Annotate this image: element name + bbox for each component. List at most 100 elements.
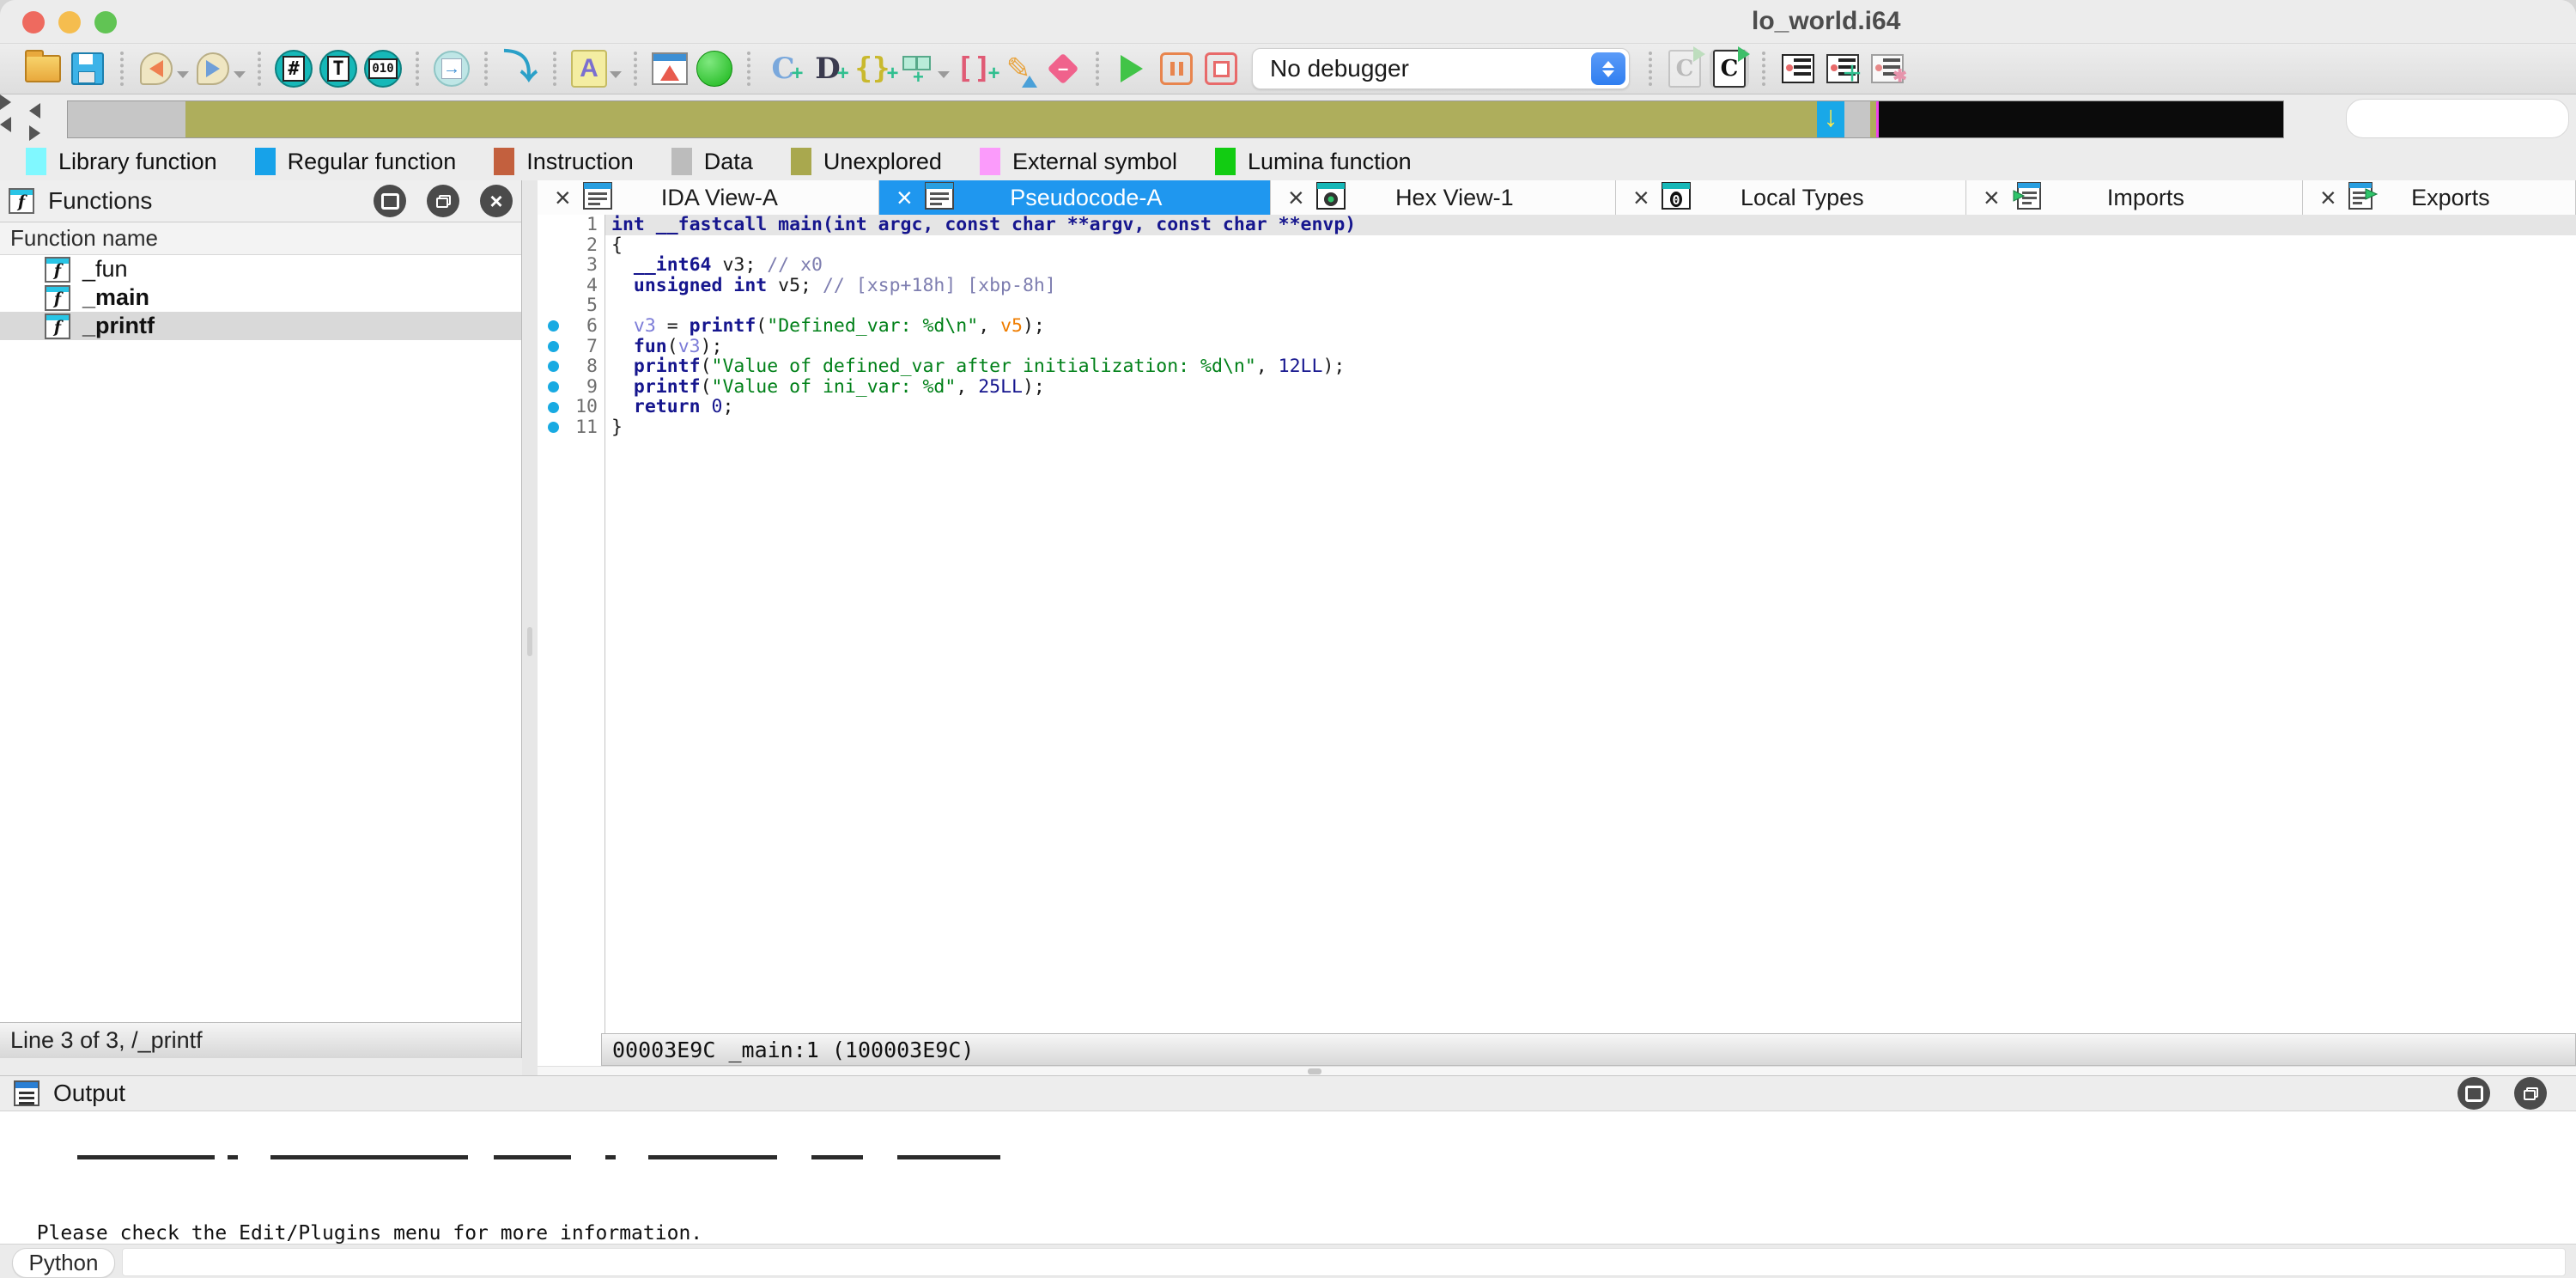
panel-splitter[interactable] xyxy=(522,180,538,1075)
function-row[interactable]: _printf xyxy=(0,312,521,340)
zoom-window-button[interactable] xyxy=(94,11,117,33)
nav-segment-unexplored[interactable] xyxy=(1870,101,1876,137)
combo-chevrons-icon[interactable] xyxy=(1591,52,1625,85)
graph-overview-icon[interactable] xyxy=(650,49,690,88)
close-tab-icon[interactable]: × xyxy=(1288,184,1304,211)
code-line[interactable]: 10 return 0; xyxy=(538,397,2576,417)
tab-hex-view-1[interactable]: ×Hex View-1 xyxy=(1271,180,1616,215)
close-tab-icon[interactable]: × xyxy=(896,184,913,211)
code-line[interactable]: 8 printf("Value of defined_var after ini… xyxy=(538,356,2576,377)
line-number: 3 xyxy=(568,255,605,276)
tab-local-types[interactable]: ×0Local Types xyxy=(1616,180,1966,215)
debugger-select[interactable]: No debugger xyxy=(1252,48,1630,89)
toolbar-separator xyxy=(1762,52,1765,86)
jump-to-icon[interactable]: → xyxy=(432,49,471,88)
code-line[interactable]: 5 xyxy=(538,295,2576,316)
tab-exports[interactable]: ×Exports xyxy=(2303,180,2576,215)
nav-segment-unmapped[interactable] xyxy=(1879,101,2283,137)
function-row[interactable]: _main xyxy=(0,283,521,312)
code-line[interactable]: 3 __int64 v3; // x0 xyxy=(538,255,2576,276)
close-window-button[interactable] xyxy=(22,11,45,33)
code-line[interactable]: 1int __fastcall main(int argc, const cha… xyxy=(538,215,2576,235)
chevron-down-icon[interactable] xyxy=(938,71,950,78)
pause-process-icon[interactable] xyxy=(1157,49,1196,88)
nav-search-box[interactable] xyxy=(2346,99,2569,138)
chevron-down-icon[interactable] xyxy=(610,71,622,78)
chevron-down-icon[interactable] xyxy=(177,71,189,78)
code-line[interactable]: 4 unsigned int v5; // [xsp+18h] [xbp-8h] xyxy=(538,276,2576,296)
code-line[interactable]: 2{ xyxy=(538,235,2576,256)
output-log[interactable]: Please check the Edit/Plugins menu for m… xyxy=(0,1111,2576,1245)
pseudocode-view[interactable]: 1int __fastcall main(int argc, const cha… xyxy=(538,215,2576,1033)
nav-segment-unexplored[interactable] xyxy=(185,101,1817,137)
view-c-source-icon[interactable]: C xyxy=(1665,49,1704,88)
chevron-down-icon[interactable] xyxy=(234,71,246,78)
set-colors-icon[interactable]: A xyxy=(569,49,609,88)
nav-band-scroll-right[interactable] xyxy=(0,94,11,132)
make-code-icon[interactable]: C xyxy=(763,49,803,88)
output-header: Output xyxy=(0,1076,2576,1111)
navigate-forward-icon[interactable] xyxy=(193,49,233,88)
address-dot-icon xyxy=(548,341,559,352)
navigate-back-icon[interactable] xyxy=(137,49,176,88)
make-number-icon[interactable]: # xyxy=(274,49,313,88)
functions-panel: Functions × Function name _fun_main_prin… xyxy=(0,180,522,1058)
tab-pseudocode-a[interactable]: ×Pseudocode-A xyxy=(879,180,1271,215)
line-number: 2 xyxy=(568,235,605,256)
line-number: 1 xyxy=(568,215,605,235)
interpreter-select-button[interactable]: Python xyxy=(12,1248,115,1278)
breakpoint-icon[interactable]: – xyxy=(1043,49,1083,88)
code-line[interactable]: 7 fun(v3); xyxy=(538,337,2576,357)
legend-label: Regular function xyxy=(288,149,457,175)
lumina-icon[interactable] xyxy=(695,49,734,88)
jump-down-icon[interactable]: ⤵ xyxy=(501,49,540,88)
make-data-icon[interactable]: D xyxy=(808,49,848,88)
nav-segment-data[interactable] xyxy=(68,101,185,137)
create-function-icon[interactable]: {} xyxy=(853,49,892,88)
nav-band-scroll-left[interactable] xyxy=(29,103,40,141)
make-text-icon[interactable]: T xyxy=(319,49,358,88)
function-name-column-header[interactable]: Function name xyxy=(0,222,521,255)
function-row[interactable]: _fun xyxy=(0,255,521,283)
open-list-icon[interactable] xyxy=(1778,49,1818,88)
scrollbar-thumb[interactable] xyxy=(1308,1068,1321,1074)
function-list: _fun_main_printf xyxy=(0,255,521,340)
configure-list-icon[interactable]: ✱ xyxy=(1868,49,1907,88)
close-tab-icon[interactable]: × xyxy=(555,184,571,211)
start-process-icon[interactable] xyxy=(1112,49,1151,88)
maximize-panel-button[interactable] xyxy=(374,185,406,217)
function-window-icon xyxy=(9,188,34,214)
tab-imports[interactable]: ×Imports xyxy=(1966,180,2303,215)
navigation-band[interactable]: ↓ xyxy=(67,100,2284,138)
float-output-button[interactable] xyxy=(2514,1077,2547,1110)
code-line[interactable]: 6 v3 = printf("Defined_var: %d\n", v5); xyxy=(538,316,2576,337)
current-position-marker: ↓ xyxy=(1824,100,1838,134)
title-bar: lo_world.i64 xyxy=(0,0,2576,44)
minimize-window-button[interactable] xyxy=(58,11,81,33)
close-panel-button[interactable]: × xyxy=(480,185,513,217)
cli-bar: Python xyxy=(0,1244,2576,1278)
close-tab-icon[interactable]: × xyxy=(1984,184,2000,211)
open-file-icon[interactable] xyxy=(23,49,63,88)
code-line[interactable]: 9 printf("Value of ini_var: %d", 25LL); xyxy=(538,377,2576,398)
save-file-icon[interactable] xyxy=(68,49,107,88)
cli-input[interactable] xyxy=(122,1248,2566,1276)
create-array-icon[interactable]: [] xyxy=(954,49,993,88)
code-line[interactable]: 11} xyxy=(538,417,2576,438)
edit-icon[interactable]: ✎ xyxy=(999,49,1038,88)
float-panel-button[interactable] xyxy=(427,185,459,217)
close-tab-icon[interactable]: × xyxy=(2320,184,2336,211)
code-text: printf("Value of ini_var: %d", 25LL); xyxy=(605,377,2576,398)
produce-c-file-icon[interactable]: C xyxy=(1710,49,1749,88)
create-struct-icon[interactable] xyxy=(897,49,937,88)
nav-segment-current-position[interactable]: ↓ xyxy=(1817,101,1844,137)
stop-process-icon[interactable] xyxy=(1201,49,1241,88)
add-list-entry-icon[interactable]: ＋ xyxy=(1823,49,1862,88)
output-window-icon xyxy=(14,1080,39,1106)
maximize-output-button[interactable] xyxy=(2458,1077,2490,1110)
close-tab-icon[interactable]: × xyxy=(1633,184,1649,211)
nav-segment-data[interactable] xyxy=(1844,101,1870,137)
tab-ida-view-a[interactable]: ×IDA View-A xyxy=(538,180,879,215)
legend-item: Instruction xyxy=(494,148,634,175)
make-binary-icon[interactable]: 010 xyxy=(363,49,403,88)
